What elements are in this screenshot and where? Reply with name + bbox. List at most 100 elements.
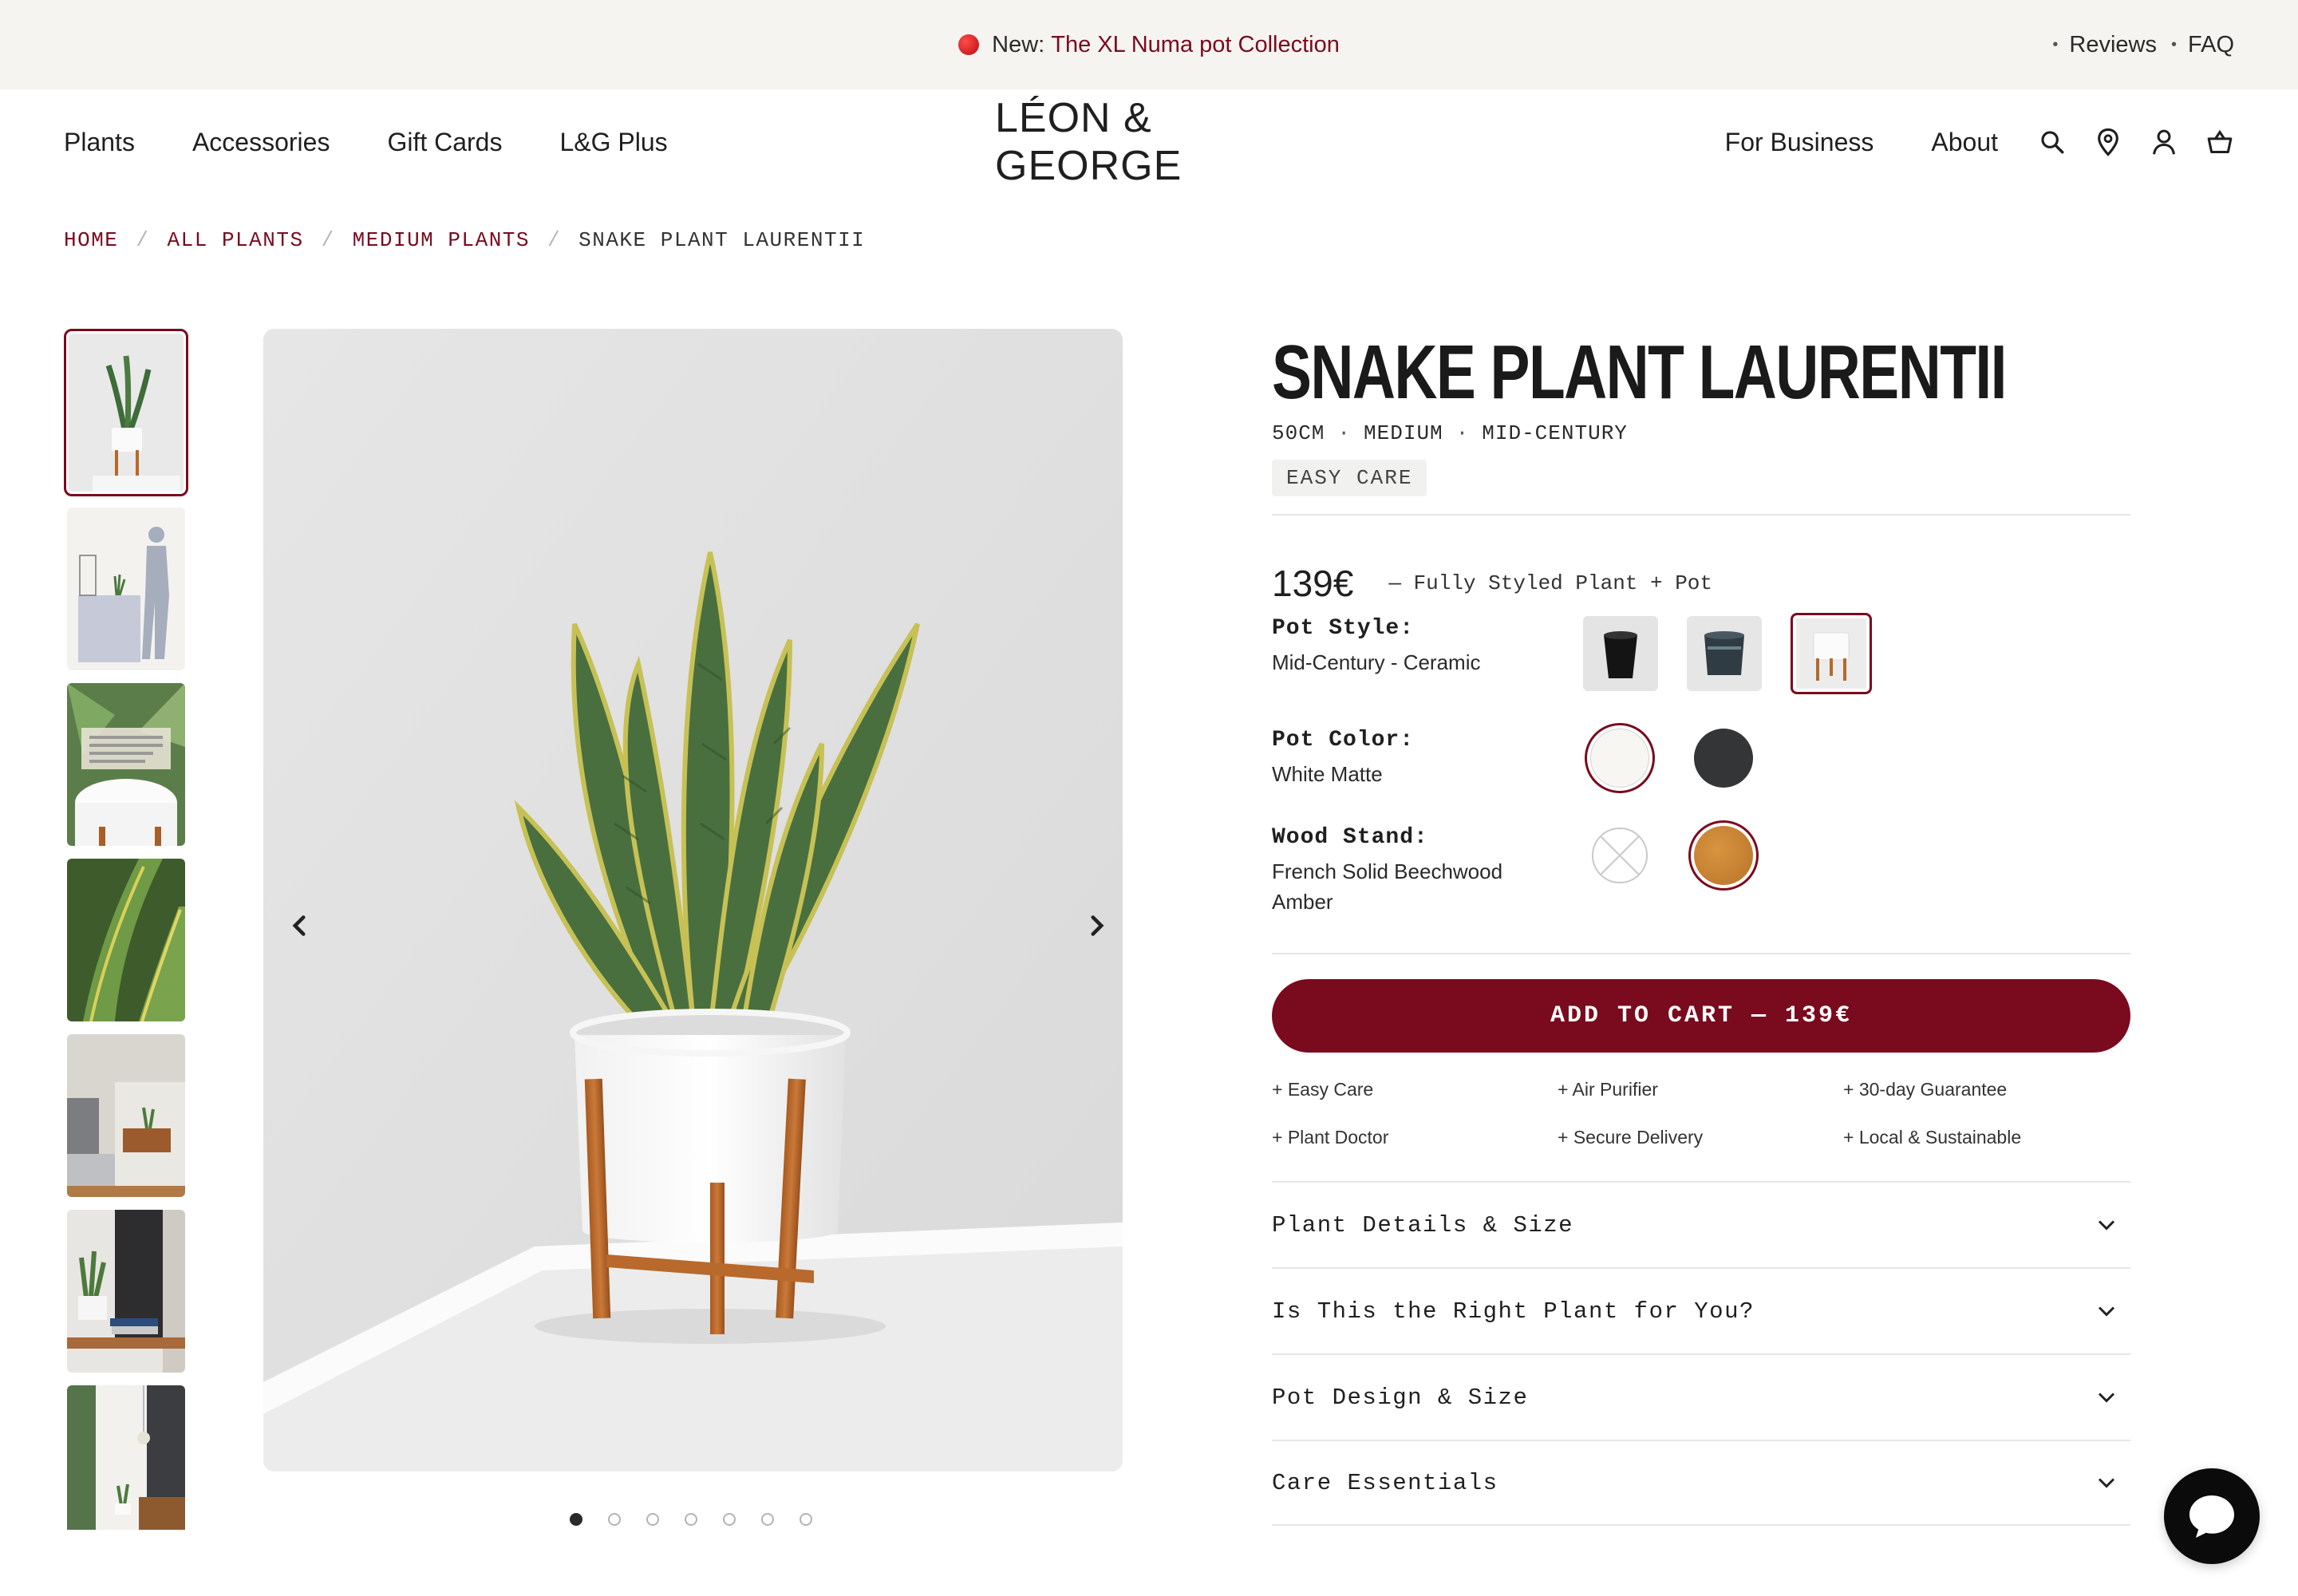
gallery-dot-5[interactable] bbox=[723, 1513, 736, 1526]
pot-color-swatch-white-matte[interactable] bbox=[1585, 723, 1655, 793]
bullet-separator: • bbox=[2052, 35, 2059, 53]
chevron-down-icon bbox=[2091, 1209, 2122, 1241]
chat-bubble-icon bbox=[2189, 1495, 2234, 1538]
benefit-air-purifier: + Air Purifier bbox=[1558, 1079, 1658, 1100]
pot-color-value: White Matte bbox=[1272, 762, 1383, 786]
accordion-pot-design[interactable]: Pot Design & Size bbox=[1272, 1353, 2130, 1440]
thumbnail-1[interactable] bbox=[64, 329, 188, 496]
breadcrumb-all-plants[interactable]: ALL PLANTS bbox=[168, 228, 304, 252]
gallery-pagination bbox=[570, 1513, 838, 1526]
thumbnail-3[interactable] bbox=[67, 683, 185, 846]
thumbnail-2[interactable] bbox=[67, 508, 185, 670]
gallery-dot-1[interactable] bbox=[570, 1513, 582, 1526]
nav-accessories[interactable]: Accessories bbox=[192, 128, 330, 157]
benefit-local-sustainable: + Local & Sustainable bbox=[1843, 1127, 2022, 1148]
announcement-links: • Reviews • FAQ bbox=[2052, 0, 2234, 89]
accordion-label: Is This the Right Plant for You? bbox=[1272, 1298, 1755, 1325]
gallery-next-button[interactable] bbox=[1081, 910, 1113, 942]
wood-stand-option: Wood Stand: French Solid Beechwood Amber bbox=[1272, 820, 2130, 917]
search-icon[interactable] bbox=[2036, 126, 2068, 158]
location-pin-icon[interactable] bbox=[2092, 126, 2124, 158]
benefit-plant-doctor: + Plant Doctor bbox=[1272, 1127, 1389, 1148]
meta-separator: · bbox=[1337, 421, 1352, 445]
secondary-nav: For Business About bbox=[1725, 89, 2298, 195]
accordion-plant-details[interactable]: Plant Details & Size bbox=[1272, 1181, 2130, 1267]
chevron-left-icon bbox=[292, 915, 306, 936]
breadcrumb-separator: / bbox=[321, 228, 335, 252]
pot-style-swatch-mid-century[interactable] bbox=[1791, 613, 1872, 694]
meta-separator: · bbox=[1455, 421, 1470, 445]
chevron-right-icon bbox=[1091, 915, 1104, 936]
gallery-dot-4[interactable] bbox=[685, 1513, 697, 1526]
accordion-right-plant[interactable]: Is This the Right Plant for You? bbox=[1272, 1267, 2130, 1353]
announcement-link[interactable]: The XL Numa pot Collection bbox=[1051, 32, 1340, 58]
gallery-dot-2[interactable] bbox=[608, 1513, 621, 1526]
pot-style-swatch-nursery[interactable] bbox=[1583, 616, 1658, 691]
divider bbox=[1272, 953, 2130, 954]
breadcrumb-separator: / bbox=[547, 228, 562, 252]
thumbnail-5[interactable] bbox=[67, 1034, 185, 1197]
nav-about[interactable]: About bbox=[1931, 128, 1998, 157]
announcement-message[interactable]: New: The XL Numa pot Collection bbox=[0, 0, 2298, 89]
no-stand-icon bbox=[1592, 828, 1648, 883]
divider bbox=[1272, 514, 2130, 516]
red-dot-icon bbox=[958, 34, 980, 55]
pot-color-option: Pot Color: White Matte bbox=[1272, 723, 2130, 793]
product-info: SNAKE PLANT LAURENTII 50CM · MEDIUM · MI… bbox=[1272, 329, 2130, 1526]
pot-color-swatch-charcoal[interactable] bbox=[1688, 723, 1759, 793]
gallery-dot-7[interactable] bbox=[800, 1513, 812, 1526]
add-to-cart-button[interactable]: ADD TO CART — 139€ bbox=[1272, 979, 2130, 1053]
breadcrumb-separator: / bbox=[136, 228, 150, 252]
product-price: 139€ bbox=[1272, 563, 1354, 604]
chat-button[interactable] bbox=[2164, 1468, 2260, 1564]
thumbnail-strip bbox=[64, 329, 192, 1530]
breadcrumb-home[interactable]: HOME bbox=[64, 228, 118, 252]
breadcrumb-current: SNAKE PLANT LAURENTII bbox=[578, 228, 866, 252]
accordion-label: Care Essentials bbox=[1272, 1469, 1498, 1496]
chevron-down-icon bbox=[2091, 1467, 2122, 1499]
nav-plants[interactable]: Plants bbox=[64, 128, 135, 157]
gallery-prev-button[interactable] bbox=[283, 910, 315, 942]
product-meta: 50CM · MEDIUM · MID-CENTURY bbox=[1272, 421, 2130, 445]
thumbnail-4[interactable] bbox=[67, 859, 185, 1021]
announcement-prefix: New: bbox=[992, 31, 1045, 57]
site-header: Plants Accessories Gift Cards L&G Plus L… bbox=[0, 89, 2298, 195]
product-category: MEDIUM bbox=[1364, 421, 1443, 445]
benefit-secure-delivery: + Secure Delivery bbox=[1558, 1127, 1704, 1148]
cart-basket-icon[interactable] bbox=[2204, 126, 2236, 158]
main-product-image[interactable] bbox=[263, 329, 1123, 1472]
wood-stand-swatch-none[interactable] bbox=[1585, 820, 1655, 891]
faq-link[interactable]: FAQ bbox=[2188, 32, 2234, 58]
thumbnail-6[interactable] bbox=[67, 1210, 185, 1373]
bullet-separator: • bbox=[2170, 35, 2177, 53]
benefit-guarantee: + 30-day Guarantee bbox=[1843, 1079, 2008, 1100]
easy-care-badge: EASY CARE bbox=[1272, 460, 1427, 496]
product-size: 50CM bbox=[1272, 421, 1325, 445]
wood-stand-swatch-amber[interactable] bbox=[1688, 820, 1759, 891]
gallery-dot-3[interactable] bbox=[646, 1513, 659, 1526]
breadcrumb-medium-plants[interactable]: MEDIUM PLANTS bbox=[353, 228, 530, 252]
accordion-label: Plant Details & Size bbox=[1272, 1211, 1574, 1238]
wood-stand-value: French Solid Beechwood Amber bbox=[1272, 859, 1503, 914]
pot-style-option: Pot Style: Mid-Century - Ceramic bbox=[1272, 613, 2130, 694]
accordion-label: Pot Design & Size bbox=[1272, 1384, 1529, 1411]
price-note: — Fully Styled Plant + Pot bbox=[1388, 571, 1713, 595]
chevron-down-icon bbox=[2091, 1381, 2122, 1413]
nav-gift-cards[interactable]: Gift Cards bbox=[387, 128, 502, 157]
pot-style-swatch-ceramic-dark[interactable] bbox=[1687, 616, 1762, 691]
product-style: MID-CENTURY bbox=[1482, 421, 1628, 445]
gallery-dot-6[interactable] bbox=[761, 1513, 774, 1526]
announcement-bar: New: The XL Numa pot Collection • Review… bbox=[0, 0, 2298, 89]
product-title: SNAKE PLANT LAURENTII bbox=[1272, 330, 2007, 415]
nav-for-business[interactable]: For Business bbox=[1725, 128, 1874, 157]
pot-style-value: Mid-Century - Ceramic bbox=[1272, 650, 1481, 674]
nav-lg-plus[interactable]: L&G Plus bbox=[559, 128, 667, 157]
thumbnail-7[interactable] bbox=[67, 1385, 185, 1530]
product-accordion: Plant Details & Size Is This the Right P… bbox=[1272, 1181, 2130, 1526]
chevron-down-icon bbox=[2091, 1295, 2122, 1327]
accordion-care-essentials[interactable]: Care Essentials bbox=[1272, 1440, 2130, 1526]
price-row: 139€ — Fully Styled Plant + Pot bbox=[1272, 562, 1712, 605]
site-logo[interactable]: LÉON & GEORGE bbox=[995, 89, 1301, 195]
account-icon[interactable] bbox=[2148, 126, 2180, 158]
reviews-link[interactable]: Reviews bbox=[2069, 32, 2157, 58]
